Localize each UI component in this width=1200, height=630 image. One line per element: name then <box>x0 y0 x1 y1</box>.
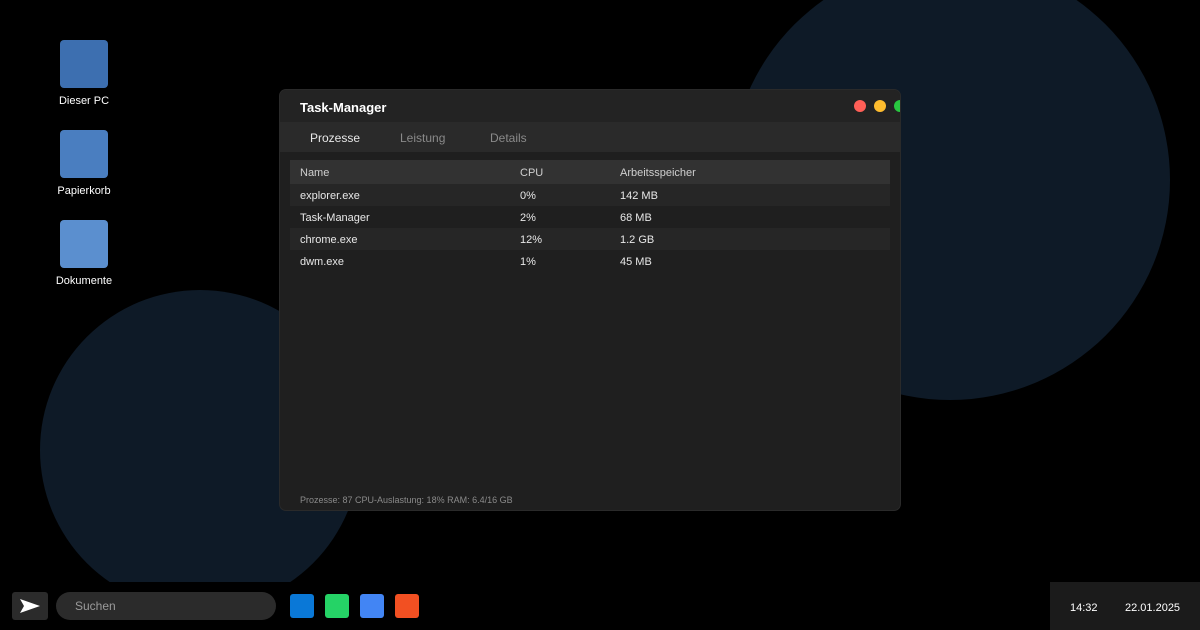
process-memory: 45 MB <box>620 256 652 268</box>
table-row[interactable]: Task-Manager 2% 68 MB <box>290 206 890 228</box>
process-memory: 142 MB <box>620 190 658 202</box>
clock-date: 22.01.2025 <box>1125 602 1181 614</box>
maximize-button[interactable] <box>894 100 900 112</box>
tab-bar: Prozesse Leistung Details <box>280 122 900 152</box>
desktop-icon-dokumente[interactable]: Dokumente <box>44 220 124 287</box>
process-cpu: 0% <box>520 190 536 202</box>
computer-icon <box>60 40 108 88</box>
taskbar: 14:32 22.01.2025 <box>0 582 1200 630</box>
process-name: Task-Manager <box>300 212 370 224</box>
desktop-icon-label: Dokumente <box>55 275 113 287</box>
process-cpu: 12% <box>520 234 543 246</box>
window-title: Task-Manager <box>300 100 387 115</box>
desktop-icon-papierkorb[interactable]: Papierkorb <box>44 130 124 197</box>
process-memory: 68 MB <box>620 212 652 224</box>
desktop-icon-dieser-pc[interactable]: Dieser PC <box>44 40 124 107</box>
process-name: dwm.exe <box>300 256 345 268</box>
system-tray[interactable]: 14:32 22.01.2025 <box>1050 582 1200 630</box>
search-input[interactable] <box>56 592 276 620</box>
minimize-button[interactable] <box>874 100 886 112</box>
title-bar[interactable]: Task-Manager <box>280 90 900 122</box>
table-header: Name CPU Arbeitsspeicher <box>290 160 890 184</box>
column-header-name[interactable]: Name <box>300 167 329 179</box>
recycle-bin-icon <box>60 130 108 178</box>
task-manager-window: Task-Manager Prozesse Leistung Details N… <box>280 90 900 510</box>
clock-time: 14:32 <box>1070 602 1098 614</box>
process-cpu: 1% <box>520 256 536 268</box>
process-memory: 1.2 GB <box>620 234 655 246</box>
column-header-memory[interactable]: Arbeitsspeicher <box>620 167 696 179</box>
column-header-cpu[interactable]: CPU <box>520 167 543 179</box>
close-button[interactable] <box>854 100 866 112</box>
documents-folder-icon <box>60 220 108 268</box>
blue-app-icon[interactable] <box>290 594 314 618</box>
tab-details[interactable]: Details <box>490 131 527 145</box>
process-name: explorer.exe <box>300 190 360 202</box>
table-row[interactable]: chrome.exe 12% 1.2 GB <box>290 228 890 250</box>
tab-prozesse[interactable]: Prozesse <box>310 131 360 145</box>
table-row[interactable]: explorer.exe 0% 142 MB <box>290 184 890 206</box>
desktop: Dieser PC Papierkorb Dokumente Task-Mana… <box>0 0 1200 630</box>
start-arrow-icon <box>20 599 40 613</box>
light-blue-app-icon[interactable] <box>360 594 384 618</box>
orange-app-icon[interactable] <box>395 594 419 618</box>
green-app-icon[interactable] <box>325 594 349 618</box>
desktop-icon-label: Dieser PC <box>58 95 110 107</box>
process-table: Name CPU Arbeitsspeicher explorer.exe 0%… <box>290 160 890 272</box>
process-cpu: 2% <box>520 212 536 224</box>
status-bar: Prozesse: 87 CPU-Auslastung: 18% RAM: 6.… <box>300 495 513 505</box>
process-name: chrome.exe <box>300 234 358 246</box>
table-row[interactable]: dwm.exe 1% 45 MB <box>290 250 890 272</box>
start-button[interactable] <box>12 592 48 620</box>
desktop-icon-label: Papierkorb <box>57 185 111 197</box>
tab-leistung[interactable]: Leistung <box>400 131 445 145</box>
